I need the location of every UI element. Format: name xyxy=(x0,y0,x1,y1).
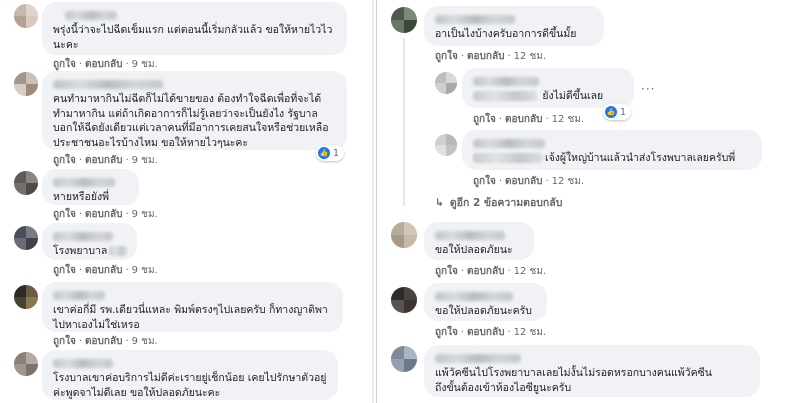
timestamp[interactable]: 9 ชม. xyxy=(132,59,158,70)
comment-actions: ถูกใจ · ตอบกลับ · 9 ชม. xyxy=(53,155,158,166)
comment-bubble: คนทำมาหากินไม่ฉีดก็ไม่ได้ขายของ ต้องทำใจ… xyxy=(42,71,347,150)
reply-button[interactable]: ตอบกลับ xyxy=(85,336,122,347)
reaction-count[interactable]: 👍 1 xyxy=(316,145,345,161)
commenter-name[interactable] xyxy=(53,80,163,89)
reply-button[interactable]: ตอบกลับ xyxy=(85,265,122,276)
timestamp[interactable]: 12 ชม. xyxy=(552,176,584,187)
like-button[interactable]: ถูกใจ xyxy=(53,155,76,166)
avatar[interactable] xyxy=(14,4,38,28)
comment-text: โรงพยาบาล xyxy=(53,244,128,259)
avatar[interactable] xyxy=(14,171,38,195)
comment-bubble: โรงพยาบาล xyxy=(42,223,137,260)
avatar[interactable] xyxy=(435,134,457,156)
like-button[interactable]: ถูกใจ xyxy=(473,114,496,125)
timestamp[interactable]: 12 ชม. xyxy=(514,51,546,62)
comment-actions: ถูกใจ · ตอบกลับ · 12 ชม. xyxy=(435,266,547,277)
comment-actions: ถูกใจ · ตอบกลับ · 12 ชม. xyxy=(435,51,547,62)
reply-button[interactable]: ตอบกลับ xyxy=(85,209,122,220)
avatar[interactable] xyxy=(435,72,457,94)
reply-button[interactable]: ตอบกลับ xyxy=(85,59,122,70)
commenter-name[interactable] xyxy=(435,231,505,240)
like-button[interactable]: ถูกใจ xyxy=(473,176,496,187)
timestamp[interactable]: 12 ชม. xyxy=(514,327,546,338)
comment-bubble: แพ้วัคซีนไปโรงพยาบาลเลยไม่งั้นไม่รอดหรอก… xyxy=(424,345,760,397)
reply-button[interactable]: ตอบกลับ xyxy=(505,114,542,125)
commenter-name[interactable] xyxy=(65,11,117,20)
comment-bubble: พรุ่งนี้ว่าจะไปฉีดเข็มแรก แต่ตอนนี้เริ่ม… xyxy=(42,2,347,55)
avatar[interactable] xyxy=(14,72,38,96)
comment-actions: ถูกใจ · ตอบกลับ · 9 ชม. xyxy=(53,336,158,347)
comment-text: แพ้วัคซีนไปโรงพยาบาลเลยไม่งั้นไม่รอดหรอก… xyxy=(435,367,712,394)
timestamp[interactable]: 9 ชม. xyxy=(132,155,158,166)
comment-bubble: ยังไม่ดีขึ้นเลย xyxy=(462,68,634,108)
avatar[interactable] xyxy=(14,285,38,309)
comment-actions: ถูกใจ · ตอบกลับ · 12 ชม. xyxy=(473,114,585,125)
reply-button[interactable]: ตอบกลับ xyxy=(467,51,504,62)
avatar[interactable] xyxy=(391,346,417,372)
commenter-name[interactable] xyxy=(435,292,513,301)
reaction-count[interactable]: 👍 1 xyxy=(603,104,632,120)
comment-actions: ถูกใจ · ตอบกลับ · 9 ชม. xyxy=(53,59,158,70)
comment-text: พรุ่งนี้ว่าจะไปฉีดเข็มแรก แต่ตอนนี้เริ่ม… xyxy=(53,24,333,51)
comment-bubble: หายหรือยังพี่ xyxy=(42,169,139,205)
comment-text: ขอให้ปลอดภัยนะ xyxy=(435,244,513,256)
commenter-name[interactable] xyxy=(53,291,105,300)
panel-divider xyxy=(372,0,374,403)
reply-button[interactable]: ตอบกลับ xyxy=(467,327,504,338)
left-comments-panel: พรุ่งนี้ว่าจะไปฉีดเข็มแรก แต่ตอนนี้เริ่ม… xyxy=(0,0,370,403)
like-button[interactable]: ถูกใจ xyxy=(53,59,76,70)
commenter-name[interactable] xyxy=(53,232,113,241)
avatar[interactable] xyxy=(14,226,38,250)
comment-bubble: ขอให้ปลอดภัยนะ xyxy=(424,222,534,260)
comment-text: เจ้งผู้ใหญ่บ้านแล้วนำส่งโรงพบาลเลยครับพี… xyxy=(473,151,751,166)
comment-text: อาเป็นไงบ้างครับอาการดีขึ้นมั้ย xyxy=(435,28,577,40)
like-button[interactable]: ถูกใจ xyxy=(435,266,458,277)
commenter-name[interactable] xyxy=(435,15,515,24)
like-button[interactable]: ถูกใจ xyxy=(53,209,76,220)
right-comments-panel: อาเป็นไงบ้างครับอาการดีขึ้นมั้ย ถูกใจ · ตอ… xyxy=(376,0,800,403)
reply-arrow-icon: ↳ xyxy=(435,197,444,209)
reply-button[interactable]: ตอบกลับ xyxy=(467,266,504,277)
commenter-name[interactable] xyxy=(53,359,113,368)
timestamp[interactable]: 9 ชม. xyxy=(132,209,158,220)
comment-text: เขาค่อกี่มี รพ.เดียวนี่แหละ พิมพ์ตรงๆไปเ… xyxy=(53,304,328,331)
commenter-name[interactable] xyxy=(435,354,521,363)
comment-bubble: เจ้งผู้ใหญ่บ้านแล้วนำส่งโรงพบาลเลยครับพี… xyxy=(462,130,762,170)
comment-bubble: อาเป็นไงบ้างครับอาการดีขึ้นมั้ย xyxy=(424,6,604,46)
avatar[interactable] xyxy=(391,287,417,313)
comment-actions: ถูกใจ · ตอบกลับ · 9 ชม. xyxy=(53,209,158,220)
avatar[interactable] xyxy=(391,222,417,248)
timestamp[interactable]: 9 ชม. xyxy=(132,265,158,276)
reply-button[interactable]: ตอบกลับ xyxy=(85,155,122,166)
more-options-icon[interactable]: ··· xyxy=(641,82,655,96)
comment-actions: ถูกใจ · ตอบกลับ · 9 ชม. xyxy=(53,265,158,276)
like-reaction-icon: 👍 xyxy=(605,106,617,118)
comment-bubble: โรงบาลเขาค่อบริการไม่ดีค่ะเรายยู่เช็กน้อ… xyxy=(42,350,338,400)
reply-button[interactable]: ตอบกลับ xyxy=(505,176,542,187)
comment-bubble: เขาค่อกี่มี รพ.เดียวนี่แหละ พิมพ์ตรงๆไปเ… xyxy=(42,282,343,332)
comment-text: ยังไม่ดีขึ้นเลย xyxy=(473,89,623,104)
comment-actions: ถูกใจ · ตอบกลับ · 12 ชม. xyxy=(435,327,547,338)
comment-text: โรงบาลเขาค่อบริการไม่ดีค่ะเรายยู่เช็กน้อ… xyxy=(53,372,327,399)
comment-text: คนทำมาหากินไม่ฉีดก็ไม่ได้ขายของ ต้องทำใจ… xyxy=(53,93,329,149)
comment-bubble: ขอให้ปลอดภัยนะครับ xyxy=(424,283,547,321)
like-button[interactable]: ถูกใจ xyxy=(435,327,458,338)
commenter-name[interactable] xyxy=(473,139,545,148)
view-more-replies-link[interactable]: ↳ ดูอีก 2 ข้อความตอบกลับ xyxy=(435,194,562,211)
timestamp[interactable]: 12 ชม. xyxy=(552,114,584,125)
timestamp[interactable]: 12 ชม. xyxy=(514,266,546,277)
comment-text: หายหรือยังพี่ xyxy=(53,191,110,203)
timestamp[interactable]: 9 ชม. xyxy=(132,336,158,347)
like-button[interactable]: ถูกใจ xyxy=(435,51,458,62)
avatar[interactable] xyxy=(391,7,417,33)
avatar[interactable] xyxy=(14,352,38,376)
like-button[interactable]: ถูกใจ xyxy=(53,265,76,276)
commenter-name[interactable] xyxy=(473,77,539,86)
reply-thread-line xyxy=(403,38,405,206)
comment-actions: ถูกใจ · ตอบกลับ · 12 ชม. xyxy=(473,176,585,187)
comment-text: ขอให้ปลอดภัยนะครับ xyxy=(435,305,532,317)
commenter-name[interactable] xyxy=(53,178,115,187)
like-button[interactable]: ถูกใจ xyxy=(53,336,76,347)
like-reaction-icon: 👍 xyxy=(318,147,330,159)
